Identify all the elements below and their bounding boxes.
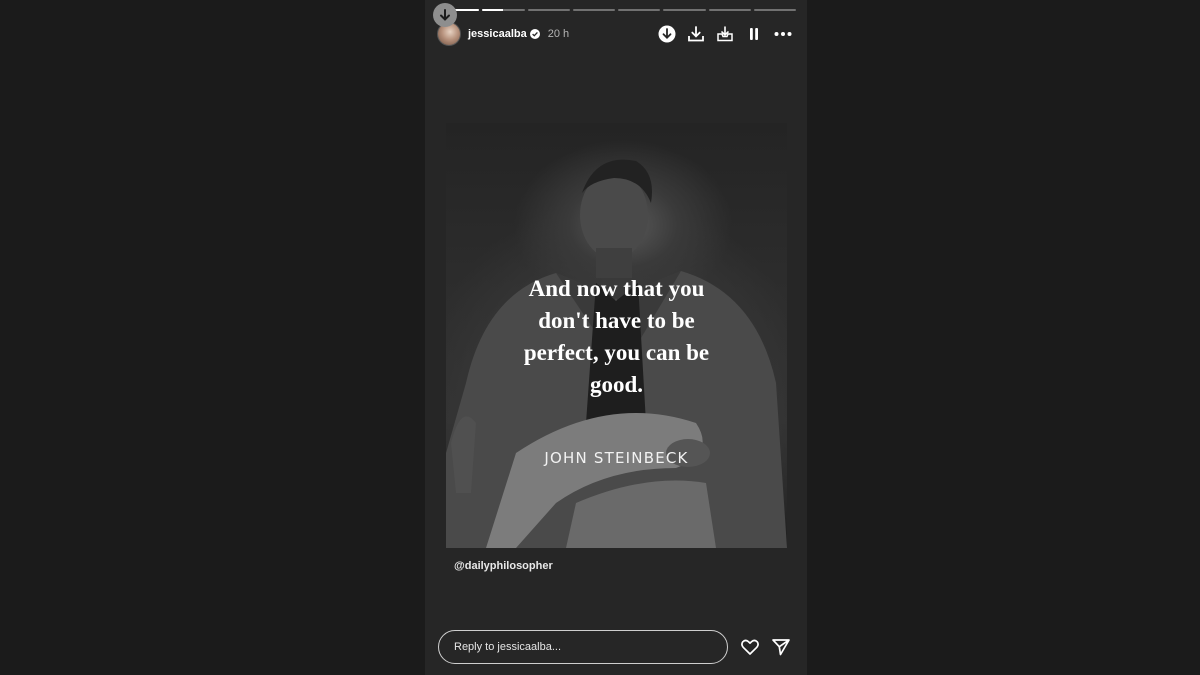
progress-segment: [618, 9, 661, 11]
progress-fill: [482, 9, 504, 11]
progress-segment: [663, 9, 706, 11]
heart-icon[interactable]: [739, 636, 761, 658]
image-credit[interactable]: @dailyphilosopher: [454, 560, 553, 572]
download-icon[interactable]: [686, 24, 706, 44]
story-image: And now that you don't have to be perfec…: [446, 123, 787, 548]
verified-badge-icon: [529, 29, 540, 39]
download-circle-icon[interactable]: [657, 24, 677, 44]
save-to-tray-icon[interactable]: [715, 24, 735, 44]
quote-text: And now that you don't have to be perfec…: [523, 276, 710, 397]
arrow-down-icon: [440, 9, 450, 21]
post-time: 20 h: [547, 28, 570, 40]
progress-segment: [753, 9, 796, 11]
page: jessicaalba 20 h And now that you don't …: [0, 0, 1200, 675]
download-bubble[interactable]: [433, 3, 457, 27]
send-icon[interactable]: [770, 636, 792, 658]
reply-field[interactable]: [438, 630, 728, 664]
progress-segment: [708, 9, 751, 11]
username[interactable]: jessicaalba: [468, 28, 527, 40]
story-progress-bar: [437, 9, 796, 12]
progress-segment: [482, 9, 525, 11]
reply-input[interactable]: [454, 641, 727, 653]
progress-segment: [572, 9, 615, 11]
story-header: jessicaalba 20 h: [437, 21, 797, 47]
progress-segment: [527, 9, 570, 11]
more-icon[interactable]: [773, 24, 793, 44]
quote-author: JOHN STEINBECK: [544, 449, 689, 467]
header-actions: [657, 21, 802, 47]
pause-icon[interactable]: [744, 24, 764, 44]
